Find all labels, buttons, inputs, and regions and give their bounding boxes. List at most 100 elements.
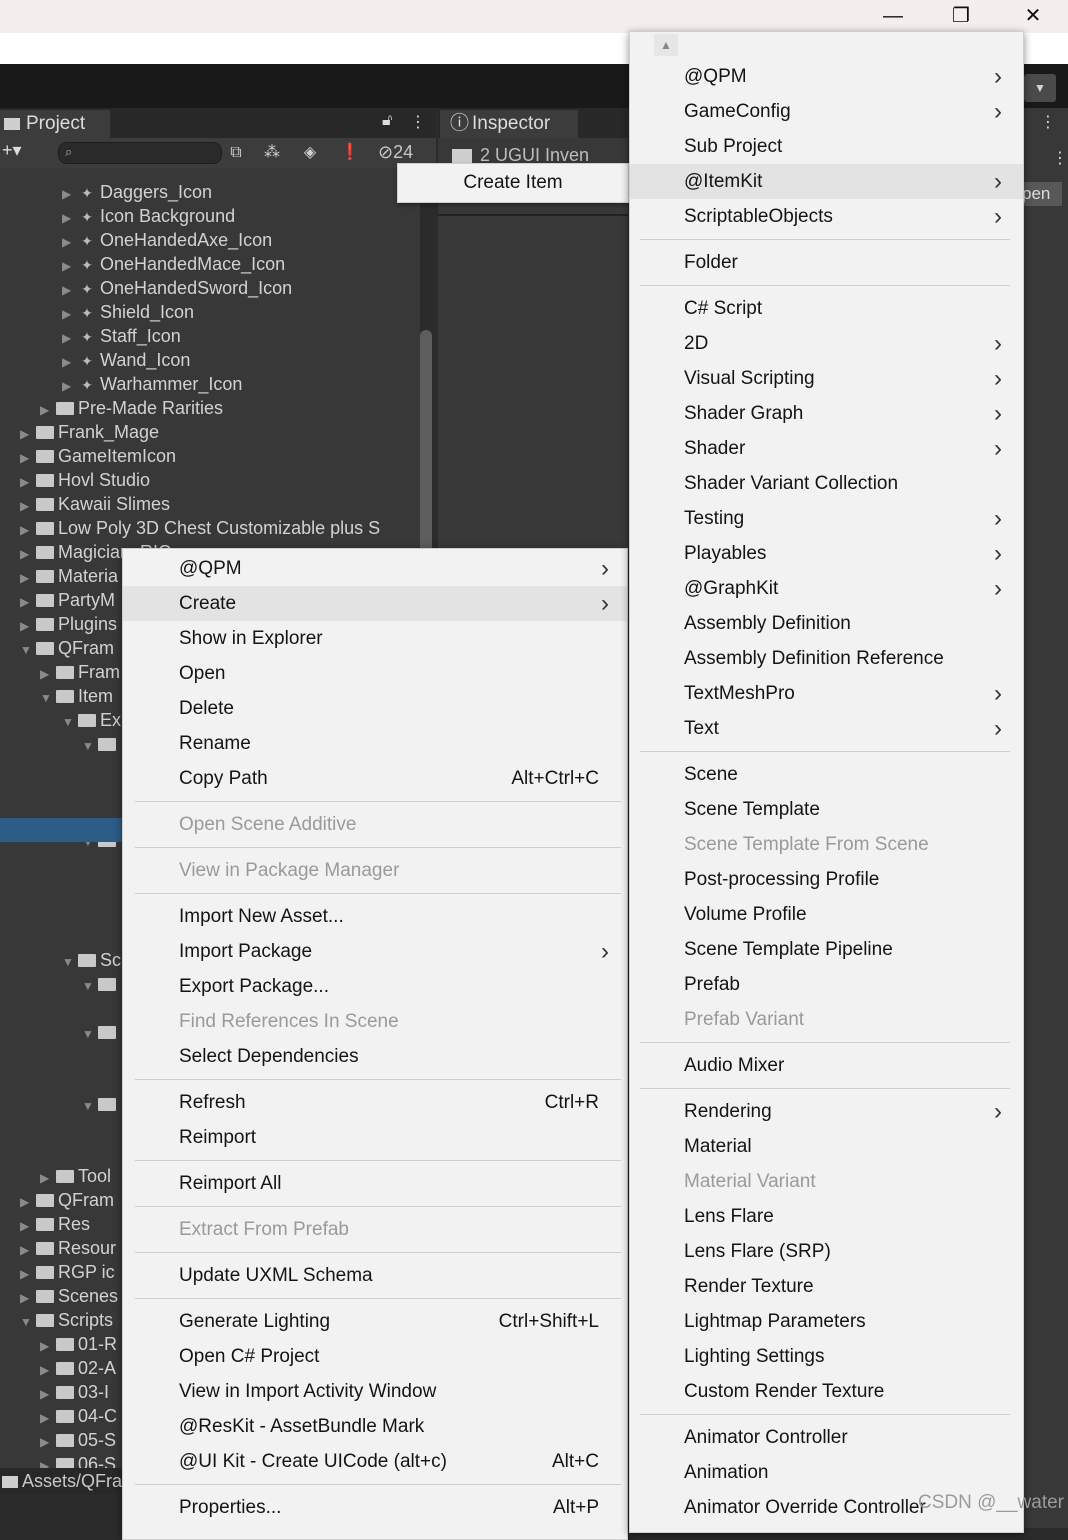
- expand-right-icon[interactable]: ▶: [62, 278, 78, 302]
- minimize-button[interactable]: —: [870, 0, 916, 33]
- expand-down-icon[interactable]: ▼: [82, 1094, 98, 1118]
- menu-item[interactable]: Material: [630, 1129, 1023, 1164]
- tree-row[interactable]: ▶ ✦ OneHandedMace_Icon: [62, 252, 285, 276]
- tree-row[interactable]: ▶ QFram: [20, 1188, 114, 1212]
- expand-down-icon[interactable]: ▼: [20, 1310, 36, 1334]
- menu-item[interactable]: Animation: [630, 1455, 1023, 1490]
- menu-item[interactable]: C# Script: [630, 291, 1023, 326]
- menu-item[interactable]: Prefab: [630, 967, 1023, 1002]
- menu-item[interactable]: Shader ›: [630, 431, 1023, 466]
- expand-down-icon[interactable]: ▼: [62, 710, 78, 734]
- expand-right-icon[interactable]: ▶: [40, 1430, 56, 1454]
- tree-row[interactable]: ▶ ✦ Staff_Icon: [62, 324, 181, 348]
- open-button[interactable]: pen: [1022, 182, 1062, 206]
- expand-right-icon[interactable]: ▶: [20, 422, 36, 446]
- tree-row[interactable]: ▶ ✦ Shield_Icon: [62, 300, 194, 324]
- project-search-input[interactable]: ⌕: [58, 142, 222, 164]
- expand-right-icon[interactable]: ▶: [20, 1238, 36, 1262]
- tree-row[interactable]: ▶ ✦ Wand_Icon: [62, 348, 190, 372]
- menu-item[interactable]: Rendering ›: [630, 1094, 1023, 1129]
- expand-right-icon[interactable]: ▶: [40, 1334, 56, 1358]
- tree-row[interactable]: ▼ Sc: [62, 948, 121, 972]
- scene-search-icon[interactable]: ⧉: [224, 142, 248, 164]
- menu-item[interactable]: Volume Profile: [630, 897, 1023, 932]
- menu-item[interactable]: Select Dependencies: [123, 1039, 627, 1074]
- selected-tree-row[interactable]: [0, 818, 124, 842]
- expand-down-icon[interactable]: ▼: [82, 734, 98, 758]
- menu-item[interactable]: Scene Template: [630, 792, 1023, 827]
- menu-item[interactable]: Show in Explorer: [123, 621, 627, 656]
- menu-item[interactable]: Lightmap Parameters: [630, 1304, 1023, 1339]
- menu-item[interactable]: @UI Kit - Create UICode (alt+c) Alt+C: [123, 1444, 627, 1479]
- add-asset-button[interactable]: +▾: [2, 140, 22, 161]
- tree-row[interactable]: ▼: [82, 732, 120, 756]
- menu-item[interactable]: Open C# Project: [123, 1339, 627, 1374]
- tree-row[interactable]: ▼ Ex: [62, 708, 121, 732]
- kebab-menu-icon[interactable]: ⋮: [1040, 112, 1056, 132]
- tree-row[interactable]: ▶ ✦ OneHandedSword_Icon: [62, 276, 292, 300]
- expand-right-icon[interactable]: ▶: [40, 1166, 56, 1190]
- tree-row[interactable]: ▼ Scripts: [20, 1308, 113, 1332]
- menu-item[interactable]: Import New Asset...: [123, 899, 627, 934]
- expand-right-icon[interactable]: ▶: [40, 1358, 56, 1382]
- menu-item[interactable]: GameConfig ›: [630, 94, 1023, 129]
- kebab-menu-icon[interactable]: ⋮: [1052, 148, 1068, 168]
- tree-row[interactable]: ▶ 02-A: [40, 1356, 116, 1380]
- menu-item[interactable]: Open: [123, 656, 627, 691]
- tree-row[interactable]: ▶ Low Poly 3D Chest Customizable plus S: [20, 516, 380, 540]
- expand-down-icon[interactable]: ▼: [82, 1022, 98, 1046]
- expand-down-icon[interactable]: ▼: [20, 638, 36, 662]
- menu-item[interactable]: Testing ›: [630, 501, 1023, 536]
- menu-item[interactable]: Reimport All: [123, 1166, 627, 1201]
- menu-item[interactable]: @GraphKit ›: [630, 571, 1023, 606]
- expand-right-icon[interactable]: ▶: [62, 350, 78, 374]
- project-scrollbar[interactable]: [420, 330, 432, 560]
- tree-row[interactable]: ▶ Scenes: [20, 1284, 118, 1308]
- expand-right-icon[interactable]: ▶: [20, 1262, 36, 1286]
- menu-item[interactable]: Lighting Settings: [630, 1339, 1023, 1374]
- tree-row[interactable]: ▶ 03-I: [40, 1380, 109, 1404]
- menu-item[interactable]: Assembly Definition: [630, 606, 1023, 641]
- expand-right-icon[interactable]: ▶: [62, 374, 78, 398]
- expand-right-icon[interactable]: ▶: [20, 590, 36, 614]
- filter-type-icon[interactable]: ⁂: [260, 142, 284, 164]
- tree-row[interactable]: ▶ GameItemIcon: [20, 444, 176, 468]
- expand-right-icon[interactable]: ▶: [20, 518, 36, 542]
- menu-item[interactable]: Export Package...: [123, 969, 627, 1004]
- restore-button[interactable]: ❐: [938, 0, 984, 33]
- menu-item[interactable]: Playables ›: [630, 536, 1023, 571]
- expand-down-icon[interactable]: ▼: [82, 974, 98, 998]
- layout-dropdown-button[interactable]: ▼: [1024, 74, 1056, 102]
- menu-item[interactable]: Assembly Definition Reference: [630, 641, 1023, 676]
- menu-item[interactable]: Audio Mixer: [630, 1048, 1023, 1083]
- close-button[interactable]: ✕: [1010, 0, 1056, 33]
- expand-right-icon[interactable]: ▶: [20, 614, 36, 638]
- tree-row[interactable]: ▶ ✦ Icon Background: [62, 204, 235, 228]
- menu-item[interactable]: Copy Path Alt+Ctrl+C: [123, 761, 627, 796]
- menu-item[interactable]: Lens Flare: [630, 1199, 1023, 1234]
- menu-item[interactable]: Reimport: [123, 1120, 627, 1155]
- menu-item[interactable]: View in Import Activity Window: [123, 1374, 627, 1409]
- expand-right-icon[interactable]: ▶: [62, 206, 78, 230]
- menu-item[interactable]: Folder: [630, 245, 1023, 280]
- menu-item[interactable]: Properties... Alt+P: [123, 1490, 627, 1525]
- tree-row[interactable]: ▼ QFram: [20, 636, 114, 660]
- menu-item[interactable]: Text ›: [630, 711, 1023, 746]
- menu-item[interactable]: Shader Graph ›: [630, 396, 1023, 431]
- menu-item[interactable]: TextMeshPro ›: [630, 676, 1023, 711]
- menu-item[interactable]: @QPM ›: [123, 551, 627, 586]
- tree-row[interactable]: ▶ PartyM: [20, 588, 115, 612]
- label-tag-icon[interactable]: ◈: [298, 142, 322, 164]
- menu-item[interactable]: Rename: [123, 726, 627, 761]
- expand-right-icon[interactable]: ▶: [40, 398, 56, 422]
- menu-item[interactable]: Generate Lighting Ctrl+Shift+L: [123, 1304, 627, 1339]
- menu-item[interactable]: Render Texture: [630, 1269, 1023, 1304]
- expand-right-icon[interactable]: ▶: [20, 494, 36, 518]
- menu-item[interactable]: Post-processing Profile: [630, 862, 1023, 897]
- expand-right-icon[interactable]: ▶: [20, 470, 36, 494]
- menu-item[interactable]: Sub Project: [630, 129, 1023, 164]
- tree-row[interactable]: ▶ Fram: [40, 660, 120, 684]
- tree-row[interactable]: ▶ ✦ OneHandedAxe_Icon: [62, 228, 272, 252]
- menu-item[interactable]: Create ›: [123, 586, 627, 621]
- menu-item[interactable]: Update UXML Schema: [123, 1258, 627, 1293]
